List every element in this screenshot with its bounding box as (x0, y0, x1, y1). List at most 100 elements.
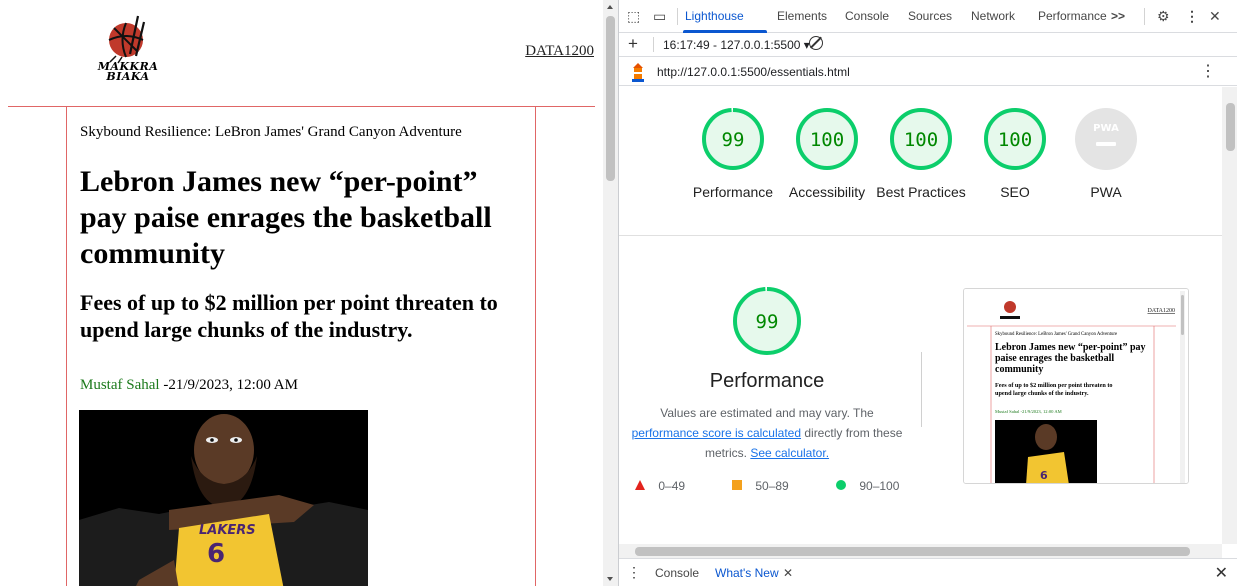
more-tabs-chevron-icon[interactable]: >> (1111, 9, 1125, 23)
gauge-pwa[interactable]: PWA PWA (1061, 107, 1151, 202)
lighthouse-toolbar: + 16:17:49 - 127.0.0.1:5500 ▾ (619, 33, 1237, 57)
vertical-divider (921, 352, 922, 427)
report-vertical-scrollbar-thumb[interactable] (1226, 103, 1235, 151)
tab-console[interactable]: Console (845, 9, 889, 23)
thumb-headline-line3: community (995, 364, 1043, 375)
byline-date: -21/9/2023, 12:00 AM (159, 377, 298, 393)
close-whats-new-icon[interactable]: ✕ (783, 566, 793, 580)
lighthouse-logo-icon (632, 63, 644, 82)
pwa-badge-icon: PWA (1075, 108, 1137, 170)
drawer-tab-console[interactable]: Console (655, 566, 699, 580)
page-scrollbar-thumb[interactable] (606, 16, 615, 181)
gauge-seo[interactable]: 100 SEO (970, 107, 1060, 202)
score-gauge-ring: 99 (702, 108, 764, 170)
new-report-plus-icon[interactable]: + (628, 34, 638, 54)
page-viewport: MAKKRA BIAKA DATA1200 Skybound Resilienc… (0, 0, 603, 586)
left-column-rule (66, 107, 67, 586)
thumb-nav-link: DATA1200 (1147, 308, 1175, 314)
fail-triangle-icon (635, 480, 645, 490)
section-divider (619, 235, 1222, 236)
average-square-icon (732, 480, 742, 490)
thumb-headline-line1: Lebron James new “per-point” pay (995, 342, 1146, 353)
see-calculator-link[interactable]: See calculator. (750, 446, 829, 460)
report-horizontal-scrollbar[interactable] (619, 544, 1222, 558)
tab-sources[interactable]: Sources (908, 9, 952, 23)
performance-description: Values are estimated and may vary. The p… (629, 403, 905, 463)
performance-score: 99 (756, 311, 779, 333)
clear-reports-icon[interactable] (809, 36, 823, 50)
toolbar-divider (653, 37, 654, 52)
page-scrollbar[interactable] (603, 0, 618, 586)
tab-network[interactable]: Network (971, 9, 1015, 23)
report-vertical-scrollbar[interactable] (1222, 87, 1237, 544)
scroll-down-arrow-icon[interactable] (607, 577, 613, 581)
legend-fail: 0–49 (635, 479, 685, 493)
article-subhead: Fees of up to $2 million per point threa… (80, 290, 498, 342)
devtools-tabbar: ⬚ ▭ Lighthouse Elements Console Sources … (619, 0, 1237, 33)
score-value: 100 (998, 129, 1032, 151)
report-selector[interactable]: 16:17:49 - 127.0.0.1:5500 ▾ (663, 38, 810, 52)
legend-pass: 90–100 (836, 479, 899, 493)
device-toolbar-icon[interactable]: ▭ (653, 8, 666, 25)
performance-big-gauge: 99 (733, 287, 801, 355)
report-menu-kebab-icon[interactable]: ⋮ (1200, 61, 1216, 81)
score-gauge-ring: 100 (984, 108, 1046, 170)
jersey-number: 6 (207, 539, 225, 569)
scroll-up-arrow-icon[interactable] (607, 5, 613, 9)
performance-title: Performance (709, 370, 825, 392)
desc-text: Values are estimated and may vary. The (660, 406, 874, 420)
header-rule (8, 106, 595, 107)
gauge-performance[interactable]: 99 Performance (688, 107, 778, 202)
lebron-illustration-icon: 6 LAKERS (79, 410, 368, 586)
gauge-label: Accessibility (788, 184, 866, 200)
page-screenshot-thumbnail: DATA1200 Skybound Resilience: LeBron Jam… (963, 288, 1189, 484)
legend-average: 50–89 (732, 479, 789, 493)
pwa-badge-text: PWA (1093, 123, 1119, 134)
thumb-headline-line2: paise enrages the basketball (995, 353, 1114, 364)
gauge-accessibility[interactable]: 100 Accessibility (782, 107, 872, 202)
gauge-label: Best Practices (876, 184, 966, 200)
gauge-best-practices[interactable]: 100 Best Practices (876, 107, 966, 202)
byline-author: Mustaf Sahal (80, 377, 160, 393)
gauge-label-pwa: PWA (1090, 184, 1122, 200)
thumbnail-image: DATA1200 Skybound Resilience: LeBron Jam… (964, 289, 1188, 483)
legend-range-average: 50–89 (755, 479, 789, 493)
hero-illustration: 6 LAKERS (79, 410, 368, 586)
drawer-tab-whats-new[interactable]: What's New (715, 566, 779, 580)
article-headline: Lebron James new “per-point” pay paise e… (80, 165, 492, 270)
nav-link-data1200[interactable]: DATA1200 (525, 43, 594, 60)
score-value: 100 (810, 129, 844, 151)
drawer-menu-kebab-icon[interactable]: ⋮ (627, 564, 641, 581)
performance-score-link[interactable]: performance score is calculated (632, 426, 801, 440)
legend-range-pass: 90–100 (859, 479, 900, 493)
tab-elements[interactable]: Elements (777, 9, 827, 23)
report-url-bar: http://127.0.0.1:5500/essentials.html ⋮ (619, 58, 1237, 86)
article-kicker: Skybound Resilience: LeBron James' Grand… (80, 124, 462, 140)
gauge-label: Performance (692, 184, 774, 200)
tab-lighthouse[interactable]: Lighthouse (685, 9, 744, 23)
lighthouse-report: 99 Performance 100 Accessibility 100 Best Pra… (619, 87, 1222, 544)
report-url: http://127.0.0.1:5500/essentials.html (657, 65, 850, 79)
toolbar-divider (677, 8, 678, 25)
score-gauge-ring: 100 (796, 108, 858, 170)
settings-gear-icon[interactable]: ⚙ (1157, 8, 1170, 25)
devtools-drawer: ⋮ Console What's New ✕ ✕ (619, 558, 1237, 586)
score-gauge-ring: 100 (890, 108, 952, 170)
score-value: 99 (722, 129, 745, 151)
kebab-menu-icon[interactable]: ⋮ (1185, 8, 1199, 25)
tab-performance[interactable]: Performance (1038, 9, 1107, 23)
devtools-panel: ⬚ ▭ Lighthouse Elements Console Sources … (618, 0, 1237, 586)
score-value: 100 (904, 129, 938, 151)
legend-range-fail: 0–49 (658, 479, 686, 493)
thumb-jersey-number: 6 (1040, 469, 1048, 482)
logo-text-line2: BIAKA (106, 70, 150, 83)
report-horizontal-scrollbar-thumb[interactable] (635, 547, 1190, 556)
jersey-brand: LAKERS (199, 523, 256, 538)
thumb-kicker: Skybound Resilience: LeBron James' Grand… (995, 332, 1117, 337)
thumb-subhead-line2: upend large chunks of the industry. (995, 390, 1089, 397)
close-devtools-icon[interactable]: ✕ (1209, 8, 1221, 25)
toolbar-divider (1144, 8, 1145, 25)
inspect-element-icon[interactable]: ⬚ (627, 8, 640, 25)
article-byline: Mustaf Sahal -21/9/2023, 12:00 AM (80, 377, 298, 394)
close-drawer-icon[interactable]: ✕ (1215, 563, 1228, 583)
